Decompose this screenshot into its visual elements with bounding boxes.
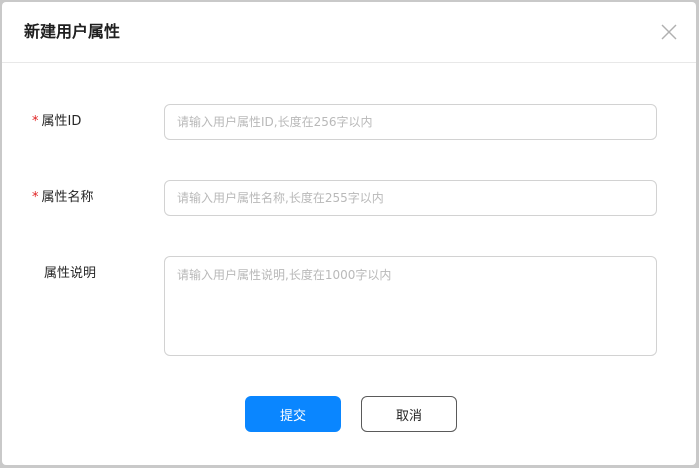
cancel-button[interactable]: 取消 xyxy=(361,396,457,432)
attr-id-label-row: * 属性ID xyxy=(32,113,81,131)
submit-button[interactable]: 提交 xyxy=(245,396,341,432)
close-icon[interactable] xyxy=(660,23,678,41)
dialog-header: 新建用户属性 xyxy=(2,2,696,63)
create-user-attribute-dialog: 新建用户属性 *属性ID *属性名称 属性说明 提交 取消 xyxy=(2,2,696,465)
attr-desc-textarea[interactable] xyxy=(164,256,657,356)
attr-name-input[interactable] xyxy=(164,180,657,216)
required-mark: * xyxy=(32,190,39,205)
attr-name-label: 属性名称 xyxy=(41,190,94,205)
attr-id-input[interactable] xyxy=(164,104,657,140)
attr-name-label-row: * 属性名称 xyxy=(32,189,94,207)
attr-desc-label-row: 属性说明 xyxy=(44,265,96,283)
dialog-title: 新建用户属性 xyxy=(24,22,121,41)
attr-id-label: 属性ID xyxy=(41,114,82,129)
required-mark: * xyxy=(32,114,39,129)
attr-desc-label: 属性说明 xyxy=(44,266,97,281)
